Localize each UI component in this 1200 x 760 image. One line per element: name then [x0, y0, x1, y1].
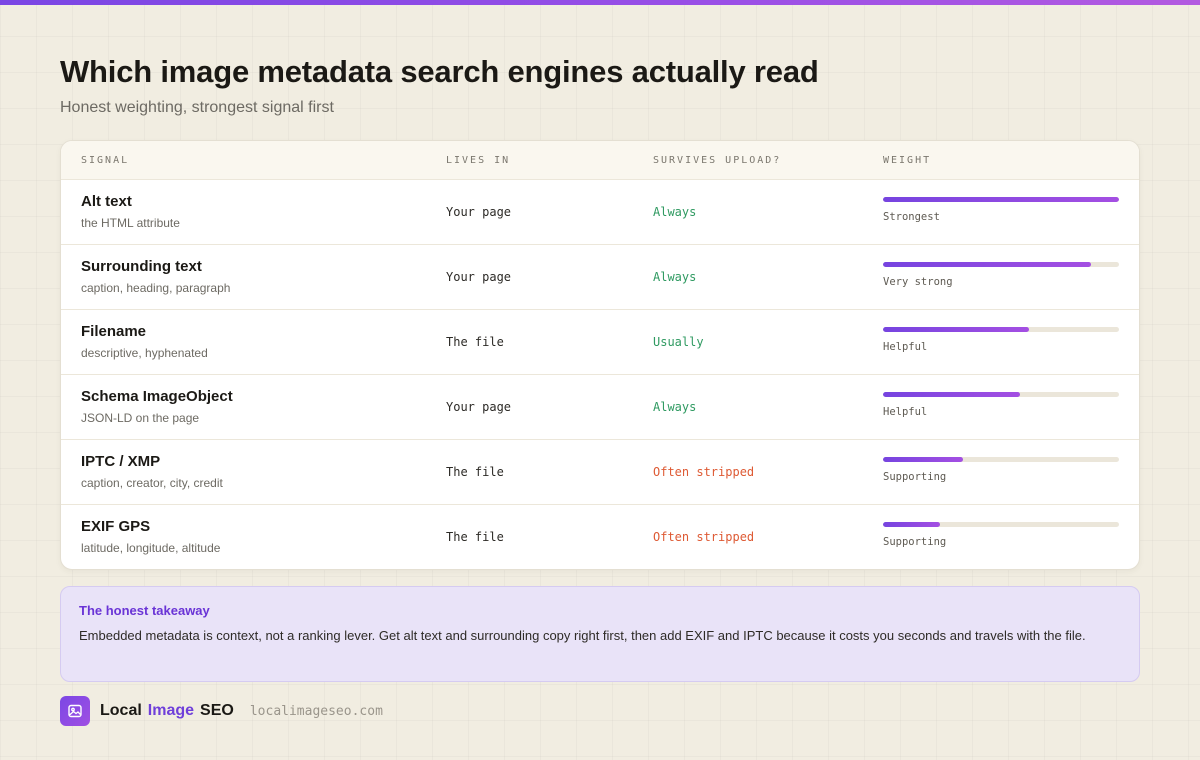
weight-bar-fill: [883, 262, 1091, 267]
weight-cell: Very strong: [883, 262, 1119, 288]
column-header-survives-upload: SURVIVES UPLOAD?: [653, 155, 782, 166]
accent-top-bar: [0, 0, 1200, 5]
page-subtitle: Honest weighting, strongest signal first: [60, 99, 334, 116]
weight-cell: Supporting: [883, 457, 1119, 483]
brand-local: Local: [100, 702, 142, 719]
signal-cell: Alt text the HTML attribute: [81, 193, 180, 230]
brand-seo: SEO: [200, 702, 234, 719]
survives-upload-cell: Always: [653, 205, 697, 219]
weight-cell: Supporting: [883, 522, 1119, 548]
signal-cell: Surrounding text caption, heading, paragr…: [81, 258, 230, 295]
weight-label: Supporting: [883, 471, 947, 483]
signal-cell: Filename descriptive, hyphenated: [81, 323, 208, 360]
lives-in-cell: The file: [446, 335, 504, 349]
takeaway-title: The honest takeaway: [79, 603, 210, 618]
table-row: Surrounding text caption, heading, paragr…: [61, 245, 1139, 310]
weight-cell: Helpful: [883, 392, 1119, 418]
footer: Local Image SEO localimageseo.com: [60, 696, 383, 726]
takeaway-text: Embedded metadata is context, not a rank…: [79, 628, 1086, 643]
lives-in-cell: Your page: [446, 400, 512, 414]
column-header-lives-in: LIVES IN: [446, 155, 511, 166]
takeaway-callout: The honest takeaway Embedded metadata is…: [60, 586, 1140, 682]
survives-upload-cell: Usually: [653, 335, 704, 349]
table-row: IPTC / XMP caption, creator, city, credit…: [61, 440, 1139, 505]
survives-upload-cell: Always: [653, 400, 697, 414]
signal-name: Schema ImageObject: [81, 388, 233, 405]
table-row: Schema ImageObject JSON-LD on the page You…: [61, 375, 1139, 440]
signal-description: JSON-LD on the page: [81, 411, 200, 425]
lives-in-cell: Your page: [446, 270, 512, 284]
table-row: Filename descriptive, hyphenated The file U…: [61, 310, 1139, 375]
signal-description: latitude, longitude, altitude: [81, 541, 221, 555]
lives-in-cell: Your page: [446, 205, 512, 219]
signal-cell: EXIF GPS latitude, longitude, altitude: [81, 518, 220, 555]
table-row: Alt text the HTML attribute Your page Alway…: [61, 180, 1139, 245]
survives-upload-cell: Always: [653, 270, 697, 284]
brand-image: Image: [147, 702, 195, 719]
lives-in-cell: The file: [446, 530, 504, 544]
signal-name: EXIF GPS: [81, 518, 151, 535]
weight-bar-fill: [883, 392, 1020, 397]
footer-url[interactable]: localimageseo.com: [250, 704, 383, 719]
signal-description: caption, heading, paragraph: [81, 281, 231, 295]
weight-bar-fill: [883, 457, 964, 462]
page-title: Which image metadata search engines actu…: [60, 54, 819, 89]
weight-bar-track: [883, 392, 1119, 397]
signal-cell: Schema ImageObject JSON-LD on the page: [81, 388, 233, 425]
signal-description: the HTML attribute: [81, 216, 180, 230]
table-body: Alt text the HTML attribute Your page Alway…: [61, 180, 1139, 569]
signal-name: Filename: [81, 323, 147, 340]
signal-name: Alt text: [81, 193, 132, 210]
weight-cell: Strongest: [883, 197, 1119, 223]
table-header: SIGNAL LIVES IN SURVIVES UPLOAD? WEIGHT: [61, 141, 1139, 180]
weight-bar-fill: [883, 197, 1119, 202]
weight-bar-track: [883, 327, 1119, 332]
lives-in-cell: The file: [446, 465, 504, 479]
weight-label: Helpful: [883, 341, 928, 353]
brand-name: Local Image SEO: [100, 702, 240, 720]
weight-bar-fill: [883, 522, 940, 527]
image-icon: [60, 696, 90, 726]
signal-name: IPTC / XMP: [81, 453, 161, 470]
survives-upload-cell: Often stripped: [653, 465, 755, 479]
signals-table: SIGNAL LIVES IN SURVIVES UPLOAD? WEIGHT …: [60, 140, 1140, 570]
signal-cell: IPTC / XMP caption, creator, city, credit: [81, 453, 223, 490]
weight-label: Supporting: [883, 536, 947, 548]
weight-bar-track: [883, 522, 1119, 527]
weight-bar-track: [883, 197, 1119, 202]
signal-name: Surrounding text: [81, 258, 202, 275]
signal-description: caption, creator, city, credit: [81, 476, 223, 490]
weight-cell: Helpful: [883, 327, 1119, 353]
weight-bar-track: [883, 457, 1119, 462]
survives-upload-cell: Often stripped: [653, 530, 755, 544]
column-header-weight: WEIGHT: [883, 155, 932, 166]
weight-label: Helpful: [883, 406, 928, 418]
weight-label: Strongest: [883, 211, 940, 223]
weight-label: Very strong: [883, 276, 953, 288]
table-row: EXIF GPS latitude, longitude, altitude The…: [61, 505, 1139, 569]
signal-description: descriptive, hyphenated: [81, 346, 208, 360]
weight-bar-track: [883, 262, 1119, 267]
column-header-signal: SIGNAL: [81, 155, 130, 166]
weight-bar-fill: [883, 327, 1030, 332]
